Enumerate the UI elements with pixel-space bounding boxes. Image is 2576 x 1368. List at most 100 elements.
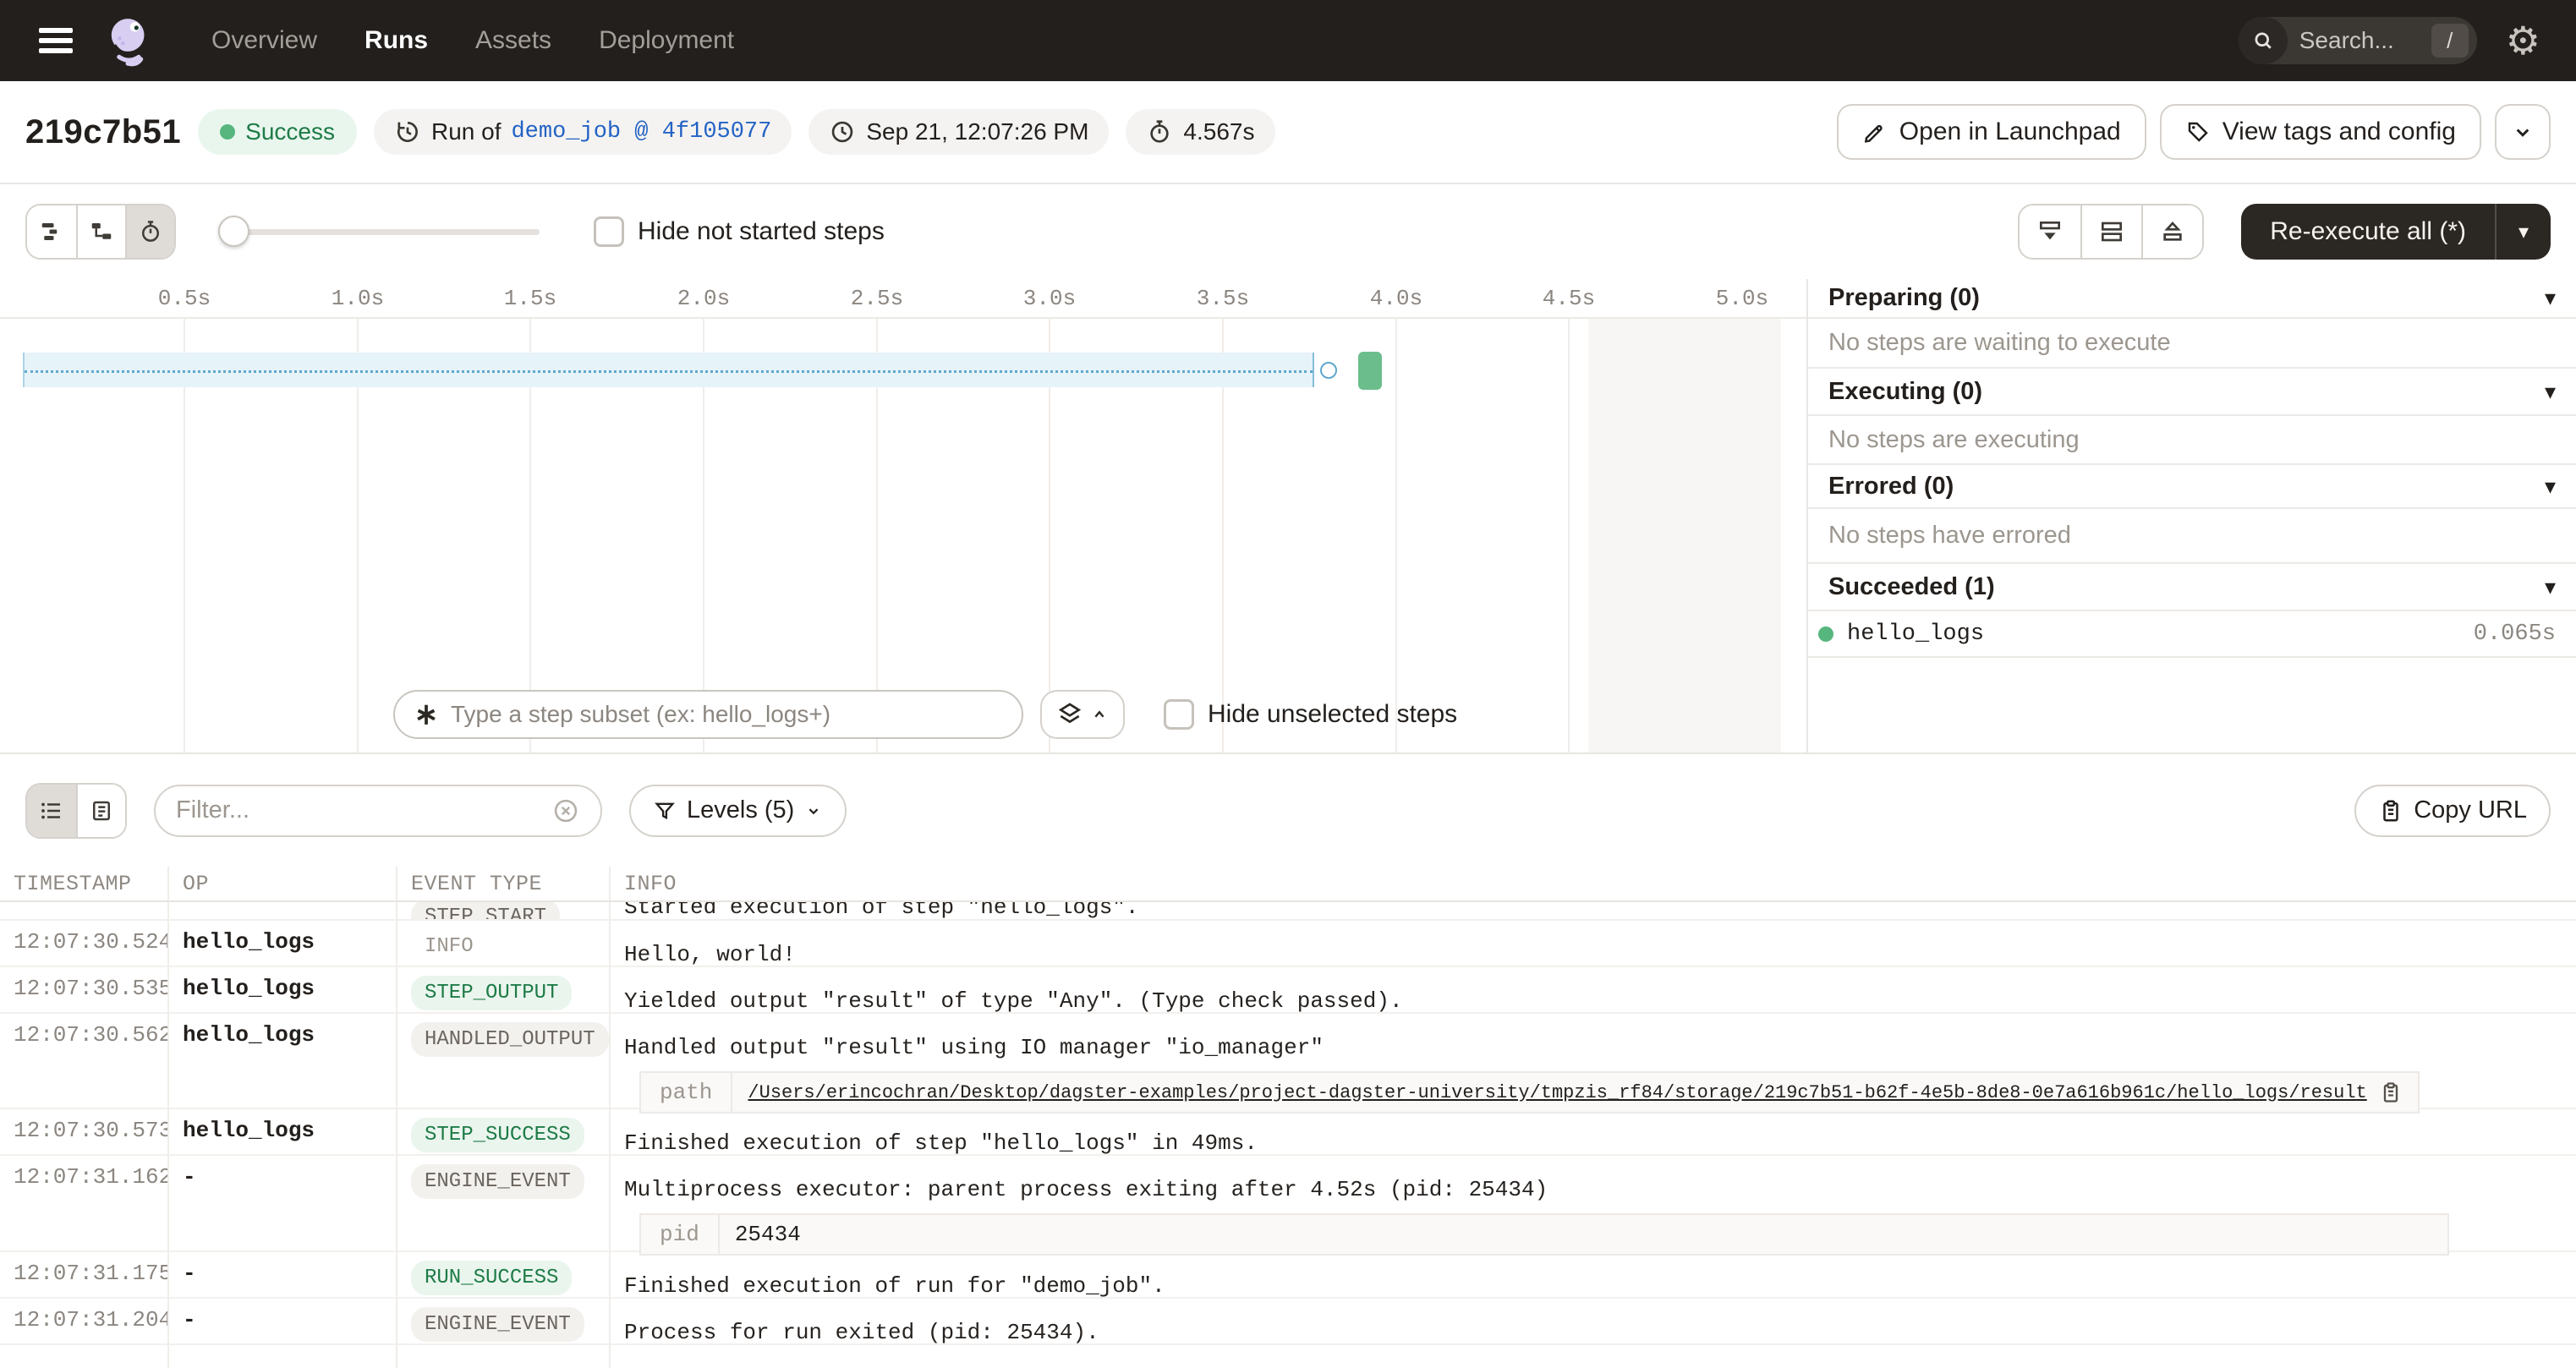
hide-unselected-label: Hide unselected steps	[1208, 700, 1457, 729]
event-type-badge: ENGINE_EVENT	[411, 1164, 584, 1199]
axis-tick: 2.0s	[666, 286, 742, 311]
step-subset-filter[interactable]	[393, 690, 1023, 739]
history-icon	[394, 118, 421, 145]
run-of-pill: Run of demo_job @ 4f105077	[374, 109, 792, 155]
layers-icon	[1056, 701, 1083, 728]
nav-item-runs[interactable]: Runs	[364, 26, 428, 55]
log-list-view-button[interactable]	[27, 785, 76, 837]
caret-down-icon: ▾	[2545, 379, 2556, 405]
job-link[interactable]: demo_job @ 4f105077	[511, 119, 771, 145]
axis-tick: 3.5s	[1185, 286, 1261, 311]
log-filter-input[interactable]	[176, 796, 551, 824]
graph-query-toggle-button[interactable]	[1040, 690, 1125, 739]
log-row[interactable]: 12:07:31.204 - ENGINE_EVENT Process for …	[0, 1299, 2576, 1345]
log-row[interactable]: 12:07:31.162 - ENGINE_EVENT Multiprocess…	[0, 1156, 2576, 1252]
log-row-partial	[0, 1345, 2576, 1368]
slider-thumb[interactable]	[218, 216, 249, 247]
clipboard-icon	[2378, 798, 2403, 824]
event-log-table: TIMESTAMP OP EVENT TYPE INFO STEP_START …	[0, 867, 2576, 1368]
path-link[interactable]: /Users/erincochran/Desktop/dagster-examp…	[748, 1082, 2366, 1103]
search-input[interactable]	[2299, 27, 2426, 54]
axis-tick: 4.0s	[1358, 286, 1434, 311]
nav-item-overview[interactable]: Overview	[211, 26, 317, 55]
levels-filter-button[interactable]: Levels (5)	[629, 785, 847, 837]
col-header-op: OP	[169, 867, 397, 900]
reexecute-all-button-group: Re-execute all (*) ▾	[2241, 204, 2551, 260]
dagster-logo-icon[interactable]	[105, 14, 157, 67]
hamburger-menu-icon[interactable]	[39, 28, 73, 53]
section-executing-header[interactable]: Executing (0)▾	[1808, 369, 2576, 416]
event-type-badge: RUN_SUCCESS	[411, 1261, 572, 1295]
nav-item-deployment[interactable]: Deployment	[599, 26, 734, 55]
section-preparing-empty: No steps are waiting to execute	[1808, 319, 2576, 369]
collapse-bottom-pane-button[interactable]	[2020, 205, 2080, 258]
gantt-flat-view-button[interactable]	[27, 205, 76, 258]
reexecute-dropdown-button[interactable]: ▾	[2495, 204, 2551, 260]
funnel-icon	[653, 799, 677, 823]
axis-tick: 4.5s	[1531, 286, 1607, 311]
succeeded-step-row[interactable]: hello_logs 0.065s	[1808, 611, 2576, 658]
log-level-label: INFO	[411, 929, 487, 964]
log-row[interactable]: 12:07:31.175 - RUN_SUCCESS Finished exec…	[0, 1252, 2576, 1299]
gantt-view-mode-group	[25, 204, 176, 260]
tag-icon	[2185, 119, 2211, 145]
axis-tick: 3.0s	[1011, 286, 1088, 311]
copy-url-button[interactable]: Copy URL	[2354, 785, 2551, 837]
gear-icon[interactable]: ⚙	[2506, 21, 2540, 60]
section-succeeded-header[interactable]: Succeeded (1)▾	[1808, 564, 2576, 611]
op-selector-icon	[414, 702, 439, 727]
gantt-timed-view-button[interactable]	[125, 205, 174, 258]
global-search[interactable]: /	[2239, 17, 2477, 64]
log-row[interactable]: 12:07:30.524 hello_logs INFO Hello, worl…	[0, 921, 2576, 967]
duration-pill: 4.567s	[1126, 109, 1274, 155]
log-row[interactable]: 12:07:30.562 hello_logs HANDLED_OUTPUT H…	[0, 1014, 2576, 1109]
axis-tick: 5.0s	[1704, 286, 1780, 311]
metadata-entry-path: path /Users/erincochran/Desktop/dagster-…	[639, 1071, 2420, 1114]
step-subset-input[interactable]	[451, 701, 1003, 728]
log-row[interactable]: 12:07:30.573 hello_logs STEP_SUCCESS Fin…	[0, 1109, 2576, 1156]
caret-up-icon	[1090, 705, 1109, 724]
clear-filter-icon[interactable]	[551, 796, 580, 825]
step-success-dot-icon	[1818, 627, 1833, 642]
panel-layout-group	[2018, 204, 2204, 260]
hide-unselected-checkbox[interactable]	[1164, 699, 1194, 730]
reexecute-all-button[interactable]: Re-execute all (*)	[2241, 204, 2495, 260]
view-tags-config-button[interactable]: View tags and config	[2160, 104, 2481, 160]
hide-not-started-checkbox[interactable]	[594, 216, 624, 247]
log-structured-view-button[interactable]	[76, 785, 125, 837]
event-type-badge: HANDLED_OUTPUT	[411, 1022, 609, 1057]
split-rows-icon	[2098, 218, 2125, 245]
run-actions-dropdown-button[interactable]	[2495, 104, 2551, 160]
copy-path-icon[interactable]	[2379, 1081, 2403, 1104]
section-errored-header[interactable]: Errored (0)▾	[1808, 465, 2576, 509]
gantt-toolbar: Hide not started steps	[0, 184, 2576, 279]
open-in-launchpad-button[interactable]: Open in Launchpad	[1837, 104, 2146, 160]
step-waiting-band	[23, 353, 1314, 387]
search-shortcut-key: /	[2431, 24, 2469, 57]
section-preparing-header[interactable]: Preparing (0)▾	[1808, 279, 2576, 319]
expand-bottom-pane-button[interactable]	[2141, 205, 2202, 258]
log-row[interactable]: 12:07:30.535 hello_logs STEP_OUTPUT Yiel…	[0, 967, 2576, 1014]
log-filter[interactable]	[154, 785, 602, 837]
col-header-timestamp: TIMESTAMP	[0, 867, 169, 900]
slider-track[interactable]	[218, 229, 540, 235]
axis-tick: 1.5s	[492, 286, 568, 311]
nav-item-assets[interactable]: Assets	[475, 26, 551, 55]
gantt-waterfall-view-button[interactable]	[76, 205, 125, 258]
run-main-area: 0.5s 1.0s 1.5s 2.0s 2.5s 3.0s 3.5s 4.0s …	[0, 279, 2576, 752]
pencil-icon	[1862, 119, 1888, 145]
gantt-zoom-slider[interactable]	[218, 216, 540, 248]
stopwatch-icon	[138, 219, 163, 244]
split-panes-button[interactable]	[2080, 205, 2141, 258]
step-bar-hello-logs[interactable]	[1358, 352, 1382, 390]
status-dot-icon	[220, 124, 235, 140]
step-marker-dot	[1320, 362, 1337, 379]
log-view-mode-group	[25, 783, 127, 839]
log-row[interactable]: STEP_START Started execution of step "he…	[0, 902, 2576, 921]
search-icon	[2239, 17, 2288, 64]
chevron-down-icon	[804, 802, 823, 820]
top-nav: Overview Runs Assets Deployment / ⚙	[0, 0, 2576, 81]
section-errored-empty: No steps have errored	[1808, 509, 2576, 564]
log-toolbar: Levels (5) Copy URL	[0, 752, 2576, 867]
col-header-event-type: EVENT TYPE	[397, 867, 611, 900]
